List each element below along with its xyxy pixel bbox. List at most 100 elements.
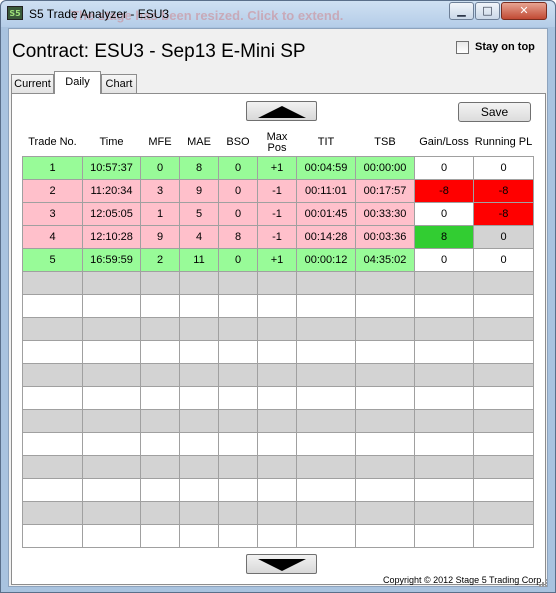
stay-on-top-checkbox[interactable]	[456, 41, 469, 54]
table-cell: 0	[218, 201, 258, 226]
minimize-button[interactable]: ▁	[449, 2, 474, 20]
table-cell: 0	[140, 155, 180, 180]
table-cell: 00:14:28	[296, 224, 356, 249]
table-cell	[473, 270, 534, 295]
table-cell: -8	[473, 201, 534, 226]
empty-table-row[interactable]	[22, 431, 534, 456]
tab-chart[interactable]: Chart	[101, 74, 137, 93]
title-bar[interactable]: S5 The stage has been resized. Click to …	[1, 1, 555, 27]
empty-table-row[interactable]	[22, 316, 534, 341]
tab-daily[interactable]: Daily	[54, 71, 101, 94]
table-cell: 04:35:02	[355, 247, 415, 272]
table-cell	[140, 316, 180, 341]
table-cell	[22, 408, 83, 433]
table-cell: 8	[179, 155, 219, 180]
table-cell: 00:00:00	[355, 155, 415, 180]
table-cell	[82, 523, 141, 548]
tab-current[interactable]: Current	[11, 74, 54, 93]
table-cell	[414, 293, 474, 318]
trades-table: Trade No. Time MFE MAE BSO Max Pos TIT T…	[22, 130, 534, 548]
table-cell	[257, 293, 297, 318]
table-cell	[22, 270, 83, 295]
table-row[interactable]: 1 10:57:37 0 8 0 +1 00:04:59 00:00:00 0 0	[22, 155, 534, 180]
table-cell	[414, 316, 474, 341]
empty-table-row[interactable]	[22, 385, 534, 410]
table-cell	[179, 293, 219, 318]
table-cell	[414, 385, 474, 410]
maximize-button[interactable]: □	[475, 2, 500, 20]
table-cell: -8	[414, 178, 474, 203]
table-cell	[179, 477, 219, 502]
table-cell: 0	[473, 247, 534, 272]
table-cell: 4	[179, 224, 219, 249]
table-cell	[257, 270, 297, 295]
table-cell	[218, 270, 258, 295]
table-cell	[82, 270, 141, 295]
stay-on-top-label[interactable]: Stay on top	[475, 41, 535, 53]
table-cell: 1	[140, 201, 180, 226]
empty-table-row[interactable]	[22, 500, 534, 525]
table-cell	[473, 500, 534, 525]
close-button[interactable]: ✕	[501, 2, 547, 20]
table-cell	[22, 339, 83, 364]
table-cell	[473, 523, 534, 548]
scroll-up-button[interactable]	[246, 101, 317, 121]
table-cell: 0	[414, 201, 474, 226]
table-cell	[296, 293, 356, 318]
table-cell	[22, 500, 83, 525]
table-cell	[355, 270, 415, 295]
table-cell	[296, 477, 356, 502]
table-cell	[414, 454, 474, 479]
table-cell	[473, 362, 534, 387]
table-cell	[218, 454, 258, 479]
table-cell: 00:11:01	[296, 178, 356, 203]
table-cell	[140, 523, 180, 548]
column-header: MAE	[179, 130, 219, 156]
table-cell	[22, 431, 83, 456]
column-header: TIT	[296, 130, 356, 156]
app-window: S5 The stage has been resized. Click to …	[0, 0, 556, 593]
empty-table-row[interactable]	[22, 362, 534, 387]
table-row[interactable]: 4 12:10:28 9 4 8 -1 00:14:28 00:03:36 8 0	[22, 224, 534, 249]
empty-table-row[interactable]	[22, 454, 534, 479]
save-button[interactable]: Save	[458, 102, 531, 122]
table-cell	[414, 523, 474, 548]
table-row[interactable]: 3 12:05:05 1 5 0 -1 00:01:45 00:33:30 0 -8	[22, 201, 534, 226]
minimize-icon: ▁	[457, 4, 466, 17]
empty-table-row[interactable]	[22, 408, 534, 433]
table-cell	[257, 523, 297, 548]
table-cell: 00:17:57	[355, 178, 415, 203]
column-header: BSO	[218, 130, 258, 156]
empty-table-row[interactable]	[22, 523, 534, 548]
table-cell	[414, 362, 474, 387]
table-cell: 4	[22, 224, 83, 249]
table-cell	[296, 339, 356, 364]
empty-table-row[interactable]	[22, 270, 534, 295]
resize-grip-icon[interactable]	[537, 577, 547, 587]
empty-table-row[interactable]	[22, 477, 534, 502]
empty-table-row[interactable]	[22, 339, 534, 364]
table-cell	[140, 339, 180, 364]
table-cell	[82, 431, 141, 456]
table-cell	[414, 408, 474, 433]
close-icon: ✕	[519, 4, 529, 17]
table-cell	[179, 454, 219, 479]
table-cell: 5	[22, 247, 83, 272]
table-cell	[22, 362, 83, 387]
table-cell	[473, 454, 534, 479]
table-cell	[82, 316, 141, 341]
table-cell	[140, 477, 180, 502]
table-cell	[414, 500, 474, 525]
table-cell	[218, 362, 258, 387]
scroll-down-button[interactable]	[246, 554, 317, 574]
column-header: Gain/Loss	[414, 130, 474, 156]
table-cell	[22, 477, 83, 502]
table-row[interactable]: 2 11:20:34 3 9 0 -1 00:11:01 00:17:57 -8 -8	[22, 178, 534, 203]
table-cell	[179, 339, 219, 364]
table-cell	[257, 316, 297, 341]
table-cell	[179, 500, 219, 525]
empty-table-row[interactable]	[22, 293, 534, 318]
table-cell: 00:01:45	[296, 201, 356, 226]
table-row[interactable]: 5 16:59:59 2 11 0 +1 00:00:12 04:35:02 0 0	[22, 247, 534, 272]
table-cell	[296, 316, 356, 341]
